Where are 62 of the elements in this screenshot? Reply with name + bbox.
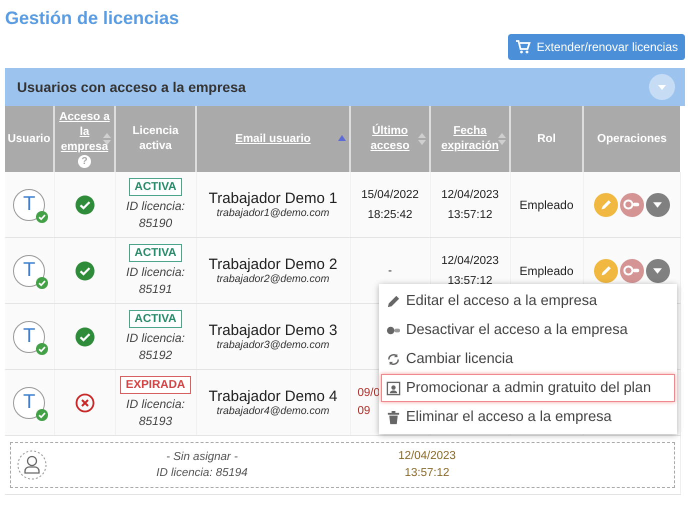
column-title: Rol xyxy=(537,132,556,146)
expiration-date: 12/04/2023 13:57:12 xyxy=(441,189,499,220)
unassigned-label: - Sin asignar - ID licencia: 85194 xyxy=(155,450,249,481)
caret-icon xyxy=(657,82,667,92)
license-status-badge: EXPIRADA xyxy=(120,376,192,394)
license-id: ID licencia: 85193 xyxy=(126,396,185,429)
license-id: ID licencia: 85192 xyxy=(126,330,185,363)
user-avatar: T xyxy=(13,254,46,286)
column-title: Operaciones xyxy=(597,132,667,146)
collapse-button[interactable] xyxy=(649,74,675,100)
pencil-icon xyxy=(598,198,612,212)
license-status-badge: ACTIVA xyxy=(128,244,182,262)
dropdown-button[interactable] xyxy=(646,258,670,282)
user-placeholder-icon xyxy=(17,450,47,480)
dropdown-button[interactable] xyxy=(646,192,670,216)
column-title[interactable]: Email usuario xyxy=(235,132,311,146)
menu-item[interactable]: Promocionar a admin gratuito del plan xyxy=(381,374,675,402)
user-email: trabajador4@demo.com xyxy=(216,405,330,417)
license-status-badge: ACTIVA xyxy=(128,178,182,196)
license-status-badge: ACTIVA xyxy=(128,310,182,328)
pencil-icon xyxy=(598,264,612,278)
panel-title: Usuarios con acceso a la empresa xyxy=(17,79,246,95)
trash-icon xyxy=(386,410,401,424)
license-id: ID licencia: 85191 xyxy=(126,264,185,297)
license-id: ID licencia: 85190 xyxy=(126,198,185,231)
last-access-date: 15/04/2022 18:25:42 xyxy=(361,189,419,220)
expiration-date: 12/04/2023 13:57:12 xyxy=(397,448,457,481)
menu-item[interactable]: Cambiar licencia xyxy=(381,345,675,373)
toggle-button[interactable] xyxy=(620,192,644,216)
toggle-icon xyxy=(622,199,640,210)
refresh-icon xyxy=(386,352,401,366)
help-icon[interactable]: ? xyxy=(78,154,91,168)
user-email: trabajador3@demo.com xyxy=(216,339,330,351)
user-name: Trabajador Demo 4 xyxy=(208,388,338,405)
user-email: trabajador1@demo.com xyxy=(216,207,330,219)
cart-icon xyxy=(514,39,531,55)
last-access-date: 09/0 09 xyxy=(358,385,380,420)
extend-licenses-button[interactable]: Extender/renovar licencias xyxy=(508,34,685,60)
column-title[interactable]: Acceso a la empresa xyxy=(57,110,112,155)
edit-button[interactable] xyxy=(594,192,618,216)
user-avatar: T xyxy=(13,386,46,418)
toggle-button[interactable] xyxy=(620,258,644,282)
edit-button[interactable] xyxy=(594,258,618,282)
id-card-icon xyxy=(386,380,401,396)
page-title: Gestión de licencias xyxy=(5,8,180,28)
column-title: Usuario xyxy=(8,132,50,146)
role-text: Empleado xyxy=(519,264,574,278)
role-text: Empleado xyxy=(519,198,574,212)
column-title: Licencia activa xyxy=(131,124,180,154)
last-access-date: - xyxy=(388,264,392,277)
pencil-icon xyxy=(386,294,401,308)
toggle-icon xyxy=(622,265,640,276)
user-name: Trabajador Demo 3 xyxy=(208,322,338,339)
user-email: trabajador2@demo.com xyxy=(216,273,330,285)
menu-item[interactable]: Eliminar el acceso a la empresa xyxy=(381,403,675,431)
user-avatar: T xyxy=(13,188,46,220)
menu-item[interactable]: Desactivar el acceso a la empresa xyxy=(381,316,675,344)
expiration-date: 12/04/2023 13:57:12 xyxy=(441,255,499,286)
menu-item[interactable]: Editar el acceso a la empresa xyxy=(381,287,675,315)
user-name: Trabajador Demo 1 xyxy=(208,190,338,207)
user-avatar: T xyxy=(13,320,46,352)
user-name: Trabajador Demo 2 xyxy=(208,256,338,273)
